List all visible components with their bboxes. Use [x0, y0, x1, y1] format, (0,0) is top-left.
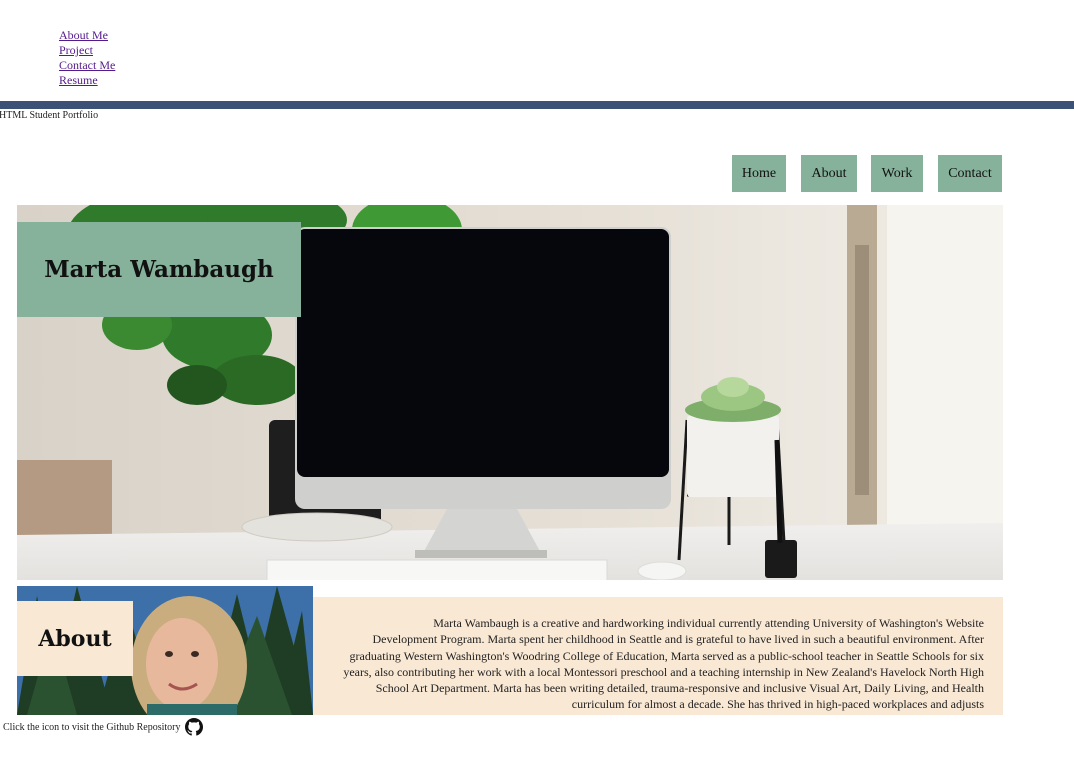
hero-name: Marta Wambaugh	[44, 256, 274, 283]
top-links-list: About Me Project Contact Me Resume	[59, 28, 115, 88]
link-resume[interactable]: Resume	[59, 73, 115, 88]
link-project[interactable]: Project	[59, 43, 115, 58]
link-contact-me[interactable]: Contact Me	[59, 58, 115, 73]
nav-contact-button[interactable]: Contact	[938, 155, 1002, 192]
about-heading: About	[38, 625, 112, 652]
footer-note: , Click the icon to visit the Github Rep…	[0, 718, 203, 736]
nav-about-button[interactable]: About	[801, 155, 857, 192]
header-divider-bar	[0, 101, 1074, 109]
github-icon[interactable]	[184, 718, 203, 736]
footer-note-text: , Click the icon to visit the Github Rep…	[0, 721, 181, 733]
about-text-panel: Marta Wambaugh is a creative and hardwor…	[313, 597, 1003, 715]
link-about-me[interactable]: About Me	[59, 28, 115, 43]
about-heading-box: About	[17, 601, 133, 676]
nav-home-button[interactable]: Home	[732, 155, 786, 192]
hero-name-box: Marta Wambaugh	[17, 222, 301, 317]
about-paragraph: Marta Wambaugh is a creative and hardwor…	[343, 616, 984, 712]
nav-work-button[interactable]: Work	[871, 155, 923, 192]
site-label: HTML Student Portfolio	[0, 110, 99, 121]
